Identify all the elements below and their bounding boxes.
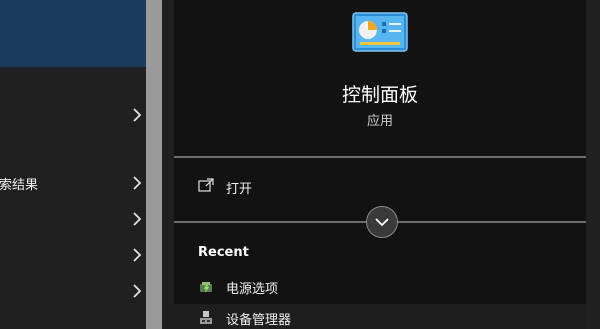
results-list-item[interactable] — [0, 238, 146, 272]
recent-heading: Recent — [198, 245, 249, 260]
open-action[interactable]: 打开 — [174, 172, 586, 202]
control-panel-icon — [352, 12, 408, 52]
recent-item[interactable]: 设备管理器 — [174, 304, 586, 329]
chevron-right-icon[interactable] — [132, 176, 142, 190]
open-action-label: 打开 — [226, 182, 253, 197]
app-title: 控制面板 — [341, 84, 418, 106]
results-list-selected-item[interactable] — [0, 0, 146, 67]
divider — [174, 156, 586, 158]
pane-separator — [146, 0, 162, 329]
results-list-item[interactable]: 索结果 — [0, 166, 146, 200]
search-window: 索结果 控制面板 应用 打开 Recent 电源选项 设备管理器 — [0, 0, 600, 329]
device-manager-icon — [200, 311, 212, 324]
details-pane: 控制面板 应用 打开 Recent 电源选项 设备管理器 — [174, 0, 586, 329]
recent-item[interactable]: 电源选项 — [174, 273, 586, 301]
window-edge — [586, 0, 600, 329]
results-list: 索结果 — [0, 0, 146, 329]
results-list-item[interactable] — [0, 98, 146, 132]
recent-item-label: 电源选项 — [226, 282, 279, 297]
chevron-right-icon[interactable] — [132, 248, 142, 262]
chevron-right-icon[interactable] — [132, 212, 142, 226]
expand-button[interactable] — [366, 206, 398, 238]
results-list-item[interactable] — [0, 202, 146, 236]
chevron-right-icon[interactable] — [132, 108, 142, 122]
results-list-item[interactable] — [0, 274, 146, 308]
chevron-right-icon[interactable] — [132, 284, 142, 298]
recent-item-label: 设备管理器 — [226, 313, 292, 328]
app-type-label: 应用 — [366, 114, 393, 129]
power-options-icon — [200, 282, 212, 293]
pane-separator-inner — [162, 0, 174, 329]
results-list-item-label: 索结果 — [0, 178, 39, 193]
open-icon — [198, 178, 214, 192]
chevron-down-icon — [375, 218, 389, 227]
